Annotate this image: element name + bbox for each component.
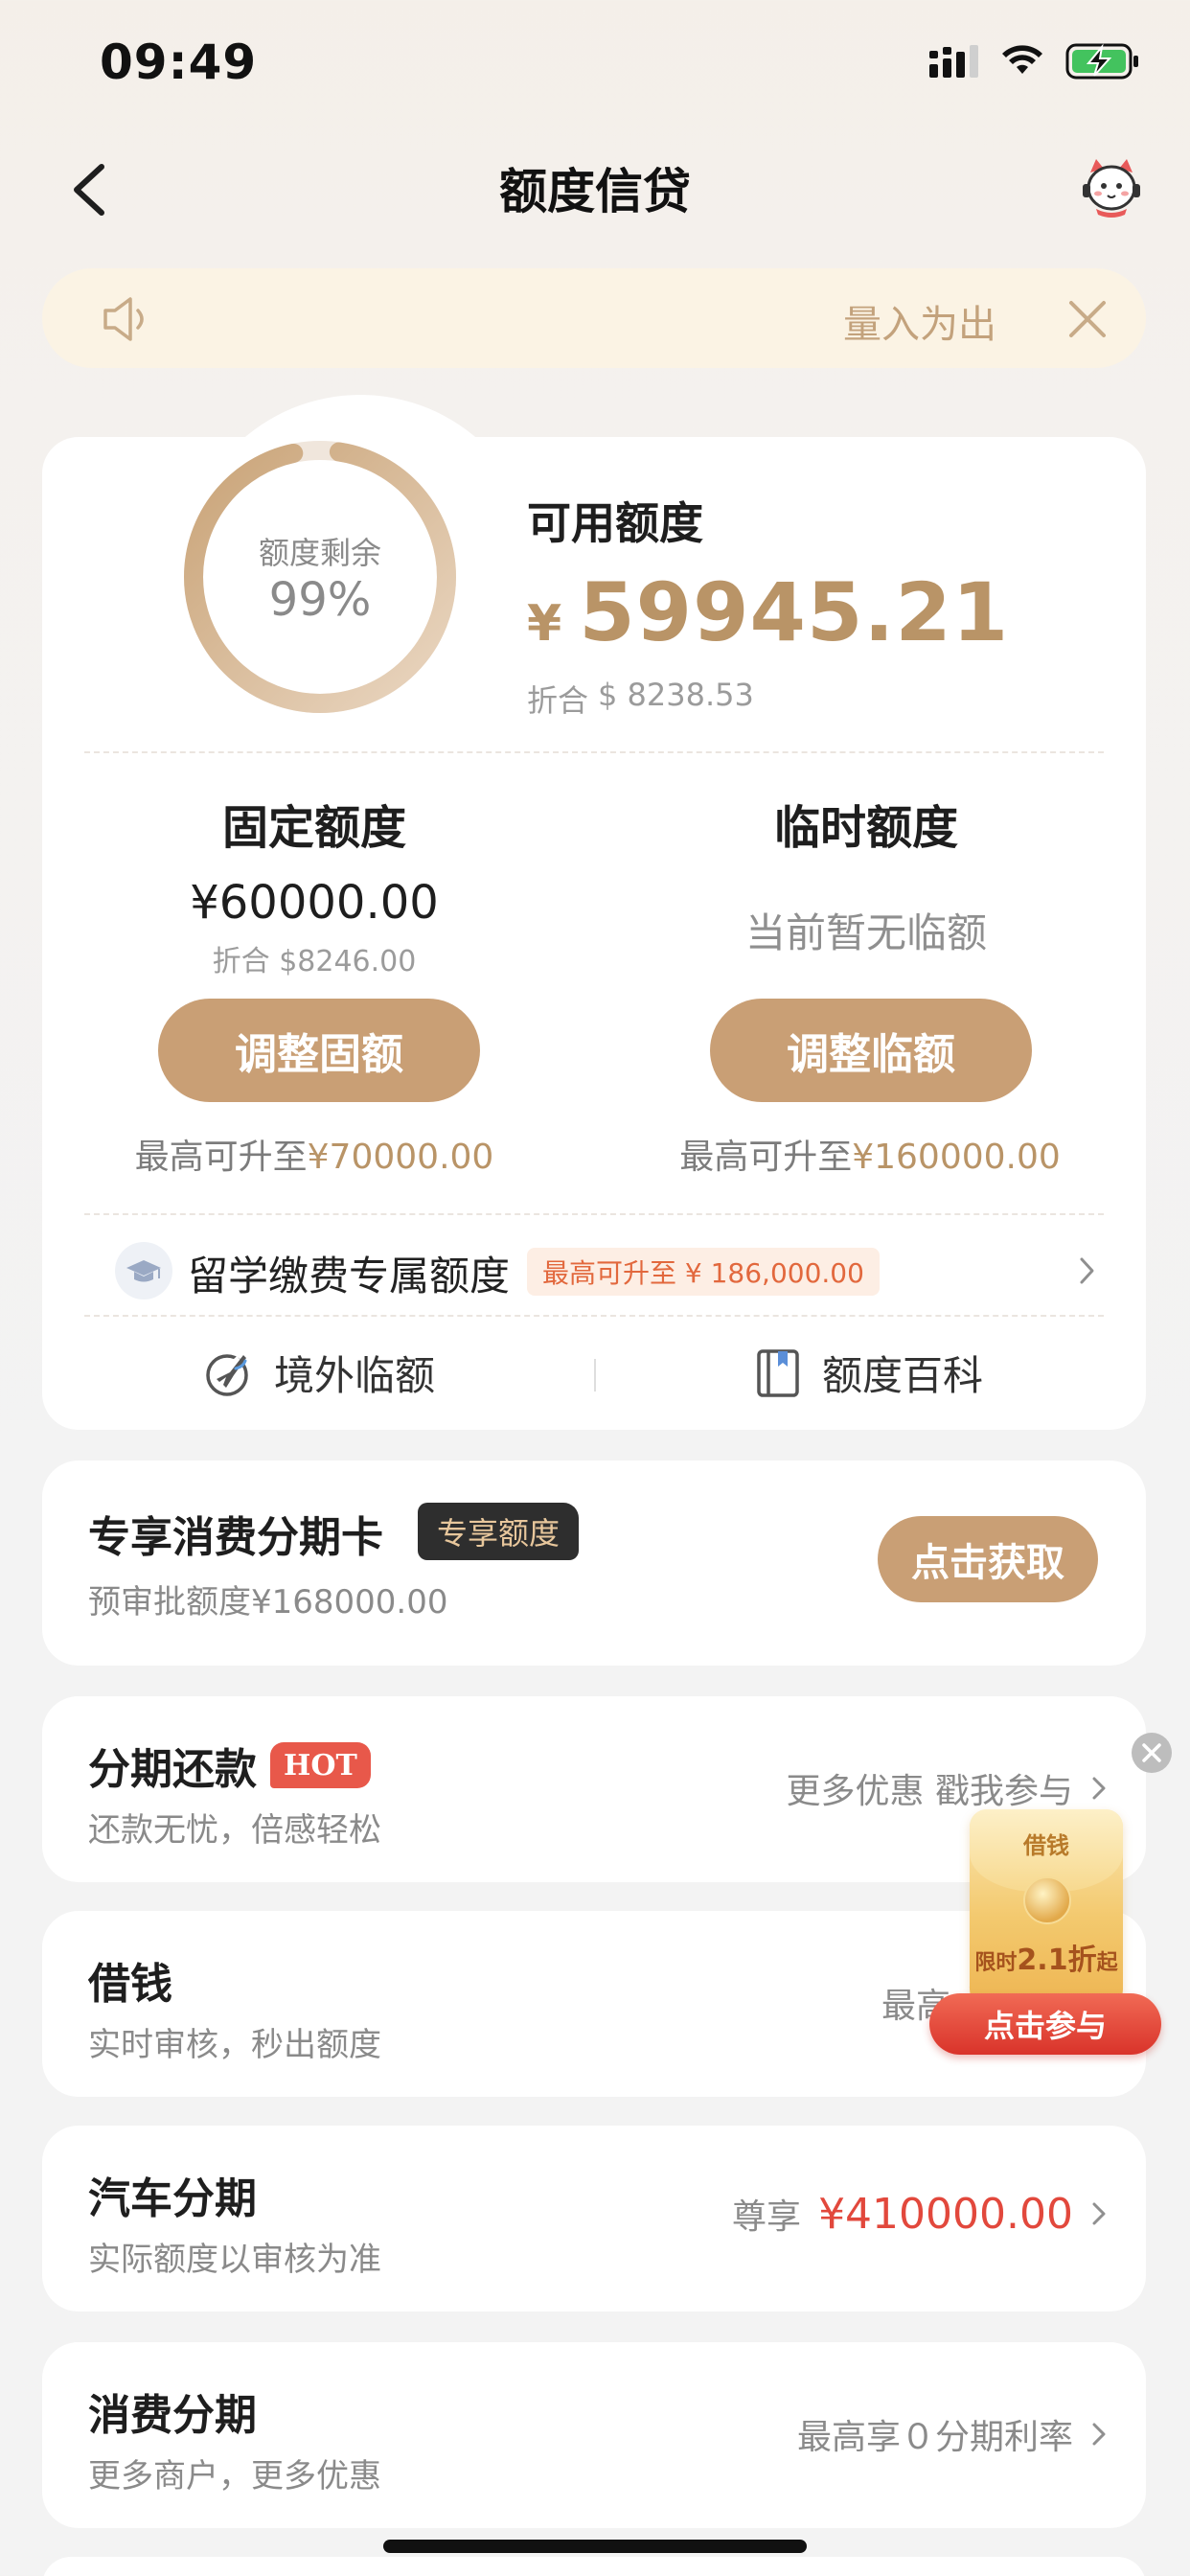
fixed-quota-column: 固定额度 ¥60000.00 折合 $8246.00 [65,790,563,979]
temp-quota-title: 临时额度 [773,801,958,855]
list-item-right: 尊享 ¥410000.00 [732,2189,1108,2239]
plane-globe-icon [206,1353,248,1396]
usd-amount: $ 8238.53 [598,677,754,713]
divider [84,751,1104,753]
installment-card[interactable]: 专享消费分期卡 专享额度 预审批额度¥168000.00 点击获取 [42,1460,1146,1666]
installment-card-title: 专享消费分期卡 [88,1513,383,1562]
wifi-icon [1002,45,1042,74]
credit-summary-card: 额度剩余 99% 可用额度 ¥ 59945.21 折合 $ 8238.53 固定… [42,395,1146,1430]
fixed-max-value: ¥70000.00 [307,1138,494,1177]
divider [594,1359,596,1392]
currency-symbol: ¥ [527,595,562,653]
list-item-subtitle: 还款无忧，倍感轻松 [88,1811,381,1850]
study-quota-tag: 最高可升至 ¥ 186,000.00 [527,1248,880,1296]
cellular-signal-icon [929,45,978,78]
ring-label: 额度剩余 [258,535,381,571]
close-icon[interactable] [1065,297,1110,341]
adjust-temp-button[interactable]: 调整临额 [710,999,1032,1102]
temp-quota-none: 当前暂无临额 [744,909,987,956]
installment-card-subtitle: 预审批额度¥168000.00 [88,1583,448,1622]
available-amount-value: 59945.21 [579,565,1010,659]
list-item-right-text: 最高享０分期利率 [796,2418,1073,2457]
get-card-button[interactable]: 点击获取 [878,1516,1098,1602]
chevron-right-icon [1092,1777,1106,1800]
study-quota-label[interactable]: 留学缴费专属额度 [188,1244,510,1302]
envelope-promo: 限时2.1折起 [970,1936,1123,1978]
list-item-subtitle: 更多商户，更多优惠 [88,2457,381,2496]
list-item-right-prefix: 尊享 [732,2197,802,2237]
assistant-avatar-icon[interactable] [1077,153,1146,222]
list-item-title: 分期还款 [88,1745,257,1794]
fixed-max-prefix: 最高可升至 [134,1138,308,1177]
list-item-right: 最高享０分期利率 [797,2409,1108,2459]
status-icons [929,42,1140,80]
battery-charging-icon [1065,43,1138,80]
join-button[interactable]: 点击参与 [929,1993,1161,2055]
envelope-title: 借钱 [1023,1832,1069,1859]
list-item-subtitle: 实际额度以审核为准 [88,2241,381,2279]
list-item-right-text: 更多优惠 戳我参与 [786,1772,1073,1811]
page-title: 额度信贷 [499,164,691,219]
chevron-right-icon[interactable] [1077,1254,1098,1288]
list-item-title: 消费分期 [88,2391,257,2440]
temp-max-line: 最高可升至¥160000.00 [594,1129,1146,1179]
status-time: 09:49 [100,34,258,90]
list-item[interactable]: 汽车分期 实际额度以审核为准 尊享 ¥410000.00 [42,2126,1146,2312]
float-ad[interactable]: 借钱 限时2.1折起 点击参与 [929,1809,1161,2055]
list-item-partial [42,2557,1146,2576]
float-ad-close-icon[interactable] [1132,1733,1172,1773]
list-item-right: 更多优惠 戳我参与 [787,1763,1108,1813]
list-item-subtitle: 实时审核，秒出额度 [88,2026,381,2064]
list-item-title: 借钱 [88,1960,172,2009]
chevron-right-icon [1092,2423,1106,2446]
usd-prefix: 折合 [527,682,589,719]
quota-wiki-label: 额度百科 [822,1352,984,1399]
fixed-quota-amount: ¥60000.00 [190,876,439,930]
available-label: 可用额度 [527,497,703,549]
quota-wiki-link[interactable]: 额度百科 [755,1344,983,1402]
available-amount: ¥ 59945.21 [527,565,1009,659]
temp-max-prefix: 最高可升至 [679,1138,853,1177]
list-item[interactable]: 消费分期 更多商户，更多优惠 最高享０分期利率 [42,2342,1146,2528]
home-indicator [383,2540,807,2553]
hot-badge: HOT [270,1742,371,1788]
overseas-quota-label: 境外临额 [274,1352,436,1399]
fixed-quota-usd: 折合 $8246.00 [212,945,417,978]
adjust-fixed-button[interactable]: 调整固额 [158,999,480,1102]
speaker-icon [103,297,144,341]
list-item-right-amount: ¥410000.00 [818,2189,1073,2239]
overseas-quota-link[interactable]: 境外临额 [201,1344,435,1402]
graduation-cap-icon [115,1242,172,1300]
notice-text: 量入为出 [843,303,996,347]
temp-quota-column: 临时额度 当前暂无临额 [617,790,1115,959]
ring-percent: 99% [268,573,372,627]
temp-max-value: ¥160000.00 [852,1138,1061,1177]
divider [84,1213,1104,1215]
notice-bar[interactable]: 量入为出 [42,268,1146,368]
exclusive-tag: 专享额度 [418,1503,580,1560]
coin-icon [1023,1876,1071,1924]
fixed-max-line: 最高可升至¥70000.00 [42,1129,586,1179]
list-item-title: 汽车分期 [88,2174,257,2223]
available-usd: 折合 $ 8238.53 [527,677,754,721]
book-icon [757,1348,799,1397]
chevron-right-icon [1092,2202,1106,2225]
promo-value: 2.1折 [1017,1944,1097,1977]
fixed-quota-title: 固定额度 [221,801,406,855]
divider [84,1315,1104,1317]
promo-suffix: 起 [1096,1951,1118,1975]
promo-prefix: 限时 [974,1951,1018,1975]
